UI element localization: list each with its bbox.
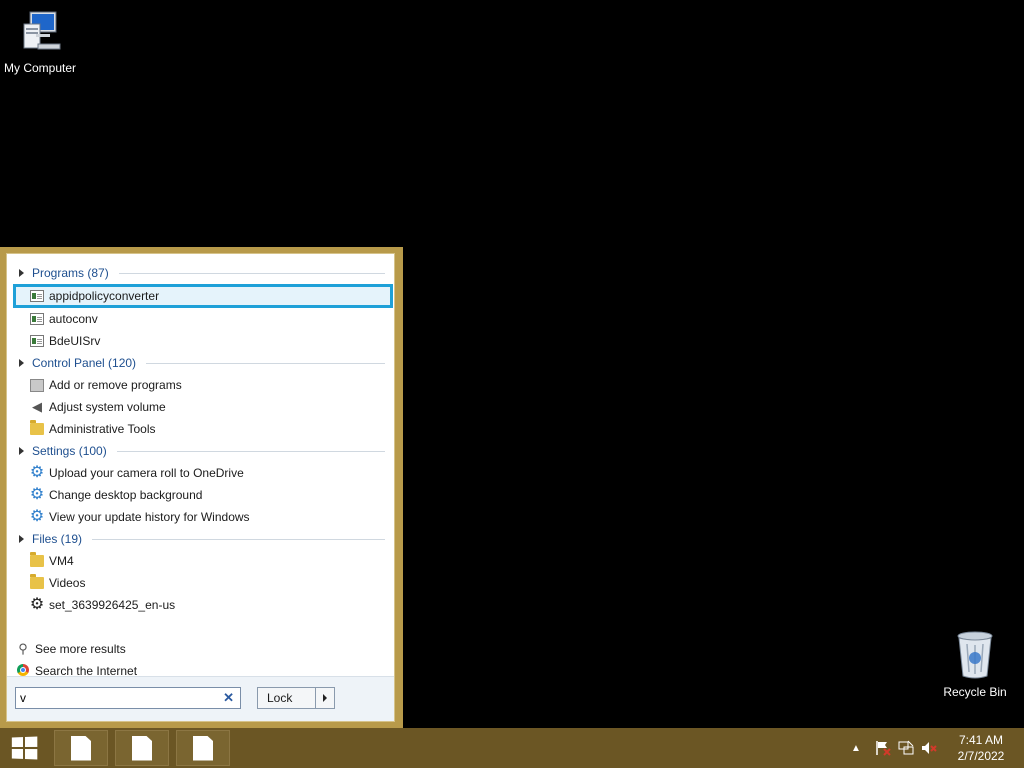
result-item-videos[interactable]: Videos xyxy=(15,572,385,594)
group-title: Settings (100) xyxy=(32,444,107,458)
gear-icon: ⚙ xyxy=(29,596,45,613)
result-item-add-remove-programs[interactable]: Add or remove programs xyxy=(15,374,385,396)
taskbar-document-button-2[interactable] xyxy=(115,730,169,766)
search-results: Programs (87) appidpolicyconverter autoc… xyxy=(13,262,393,616)
gear-icon: ⚙ xyxy=(29,464,45,481)
search-box[interactable]: ✕ xyxy=(15,687,241,709)
chevron-right-icon xyxy=(323,694,327,702)
expand-arrow-icon xyxy=(19,447,24,455)
exe-icon xyxy=(29,333,45,349)
result-label: BdeUISrv xyxy=(49,334,101,348)
group-title: Files (19) xyxy=(32,532,83,546)
result-label: Administrative Tools xyxy=(49,422,156,436)
my-computer-label: My Computer xyxy=(3,61,77,75)
recycle-bin-icon xyxy=(957,631,993,679)
clock-time: 7:41 AM xyxy=(958,733,1004,747)
network-icon[interactable] xyxy=(897,728,915,768)
show-hidden-icons-button[interactable]: ▲ xyxy=(851,728,861,768)
result-item-administrative-tools[interactable]: Administrative Tools xyxy=(15,418,385,440)
result-item-bdeuisrv[interactable]: BdeUISrv xyxy=(15,330,385,352)
group-title: Control Panel (120) xyxy=(32,356,137,370)
folder-icon xyxy=(29,552,45,569)
my-computer-desktop-icon[interactable]: My Computer xyxy=(0,8,80,75)
result-item-appidpolicyconverter[interactable]: appidpolicyconverter xyxy=(13,284,393,308)
expand-arrow-icon xyxy=(19,359,24,367)
divider xyxy=(116,451,385,452)
taskbar-document-button-1[interactable] xyxy=(54,730,108,766)
group-header-control-panel[interactable]: Control Panel (120) xyxy=(15,352,385,374)
see-more-results-link[interactable]: ⚲ See more results xyxy=(15,638,137,660)
clock[interactable]: 7:41 AM 2/7/2022 xyxy=(948,732,1014,764)
result-label: Adjust system volume xyxy=(49,400,166,414)
start-menu-panel: Programs (87) appidpolicyconverter autoc… xyxy=(6,253,395,722)
action-center-flag-icon[interactable] xyxy=(874,728,892,768)
divider xyxy=(92,539,385,540)
result-label: Change desktop background xyxy=(49,488,203,502)
result-label: set_3639926425_en-us xyxy=(49,598,176,612)
result-label: View your update history for Windows xyxy=(49,510,250,524)
result-label: Videos xyxy=(49,576,86,590)
lock-button-group: Lock xyxy=(257,687,335,709)
expand-arrow-icon xyxy=(19,269,24,277)
start-menu-bottom-bar: ✕ Lock xyxy=(7,676,394,721)
document-icon xyxy=(193,735,213,761)
magnifier-icon: ⚲ xyxy=(18,641,28,656)
document-icon xyxy=(71,735,91,761)
result-label: VM4 xyxy=(49,554,74,568)
group-title: Programs (87) xyxy=(32,266,109,280)
clock-date: 2/7/2022 xyxy=(957,749,1005,763)
taskbar-document-button-3[interactable] xyxy=(176,730,230,766)
result-item-vm4[interactable]: VM4 xyxy=(15,550,385,572)
folder-icon xyxy=(29,574,45,591)
recycle-bin-desktop-icon[interactable]: Recycle Bin xyxy=(935,630,1015,699)
expand-arrow-icon xyxy=(19,535,24,543)
result-item-upload-camera-roll[interactable]: ⚙ Upload your camera roll to OneDrive xyxy=(15,462,385,484)
volume-muted-icon[interactable] xyxy=(920,728,938,768)
group-header-settings[interactable]: Settings (100) xyxy=(15,440,385,462)
computer-icon xyxy=(23,11,61,50)
result-item-change-desktop-background[interactable]: ⚙ Change desktop background xyxy=(15,484,385,506)
gear-icon: ⚙ xyxy=(29,508,45,525)
see-more-label: See more results xyxy=(35,642,126,656)
power-options-arrow-button[interactable] xyxy=(315,688,334,708)
clear-search-icon[interactable]: ✕ xyxy=(223,690,234,706)
divider xyxy=(146,363,385,364)
speaker-icon: ◀ xyxy=(32,399,42,414)
result-label: Upload your camera roll to OneDrive xyxy=(49,466,244,480)
result-item-autoconv[interactable]: autoconv xyxy=(15,308,385,330)
lock-button[interactable]: Lock xyxy=(258,688,315,708)
group-header-programs[interactable]: Programs (87) xyxy=(15,262,385,284)
start-button[interactable] xyxy=(0,728,48,768)
programs-icon xyxy=(29,377,45,393)
gear-icon: ⚙ xyxy=(29,486,45,503)
windows-logo-icon xyxy=(11,736,38,760)
result-item-set-file[interactable]: ⚙ set_3639926425_en-us xyxy=(15,594,385,616)
recycle-bin-label: Recycle Bin xyxy=(943,685,1007,699)
folder-icon xyxy=(29,420,45,437)
result-item-update-history[interactable]: ⚙ View your update history for Windows xyxy=(15,506,385,528)
document-icon xyxy=(132,735,152,761)
result-label: Add or remove programs xyxy=(49,378,182,392)
start-menu: Programs (87) appidpolicyconverter autoc… xyxy=(0,247,403,728)
taskbar: ▲ 7:41 AM 2/7/2022 xyxy=(0,728,1024,768)
group-header-files[interactable]: Files (19) xyxy=(15,528,385,550)
exe-icon xyxy=(29,311,45,327)
search-input[interactable] xyxy=(20,689,210,707)
result-label: appidpolicyconverter xyxy=(49,289,160,303)
exe-icon xyxy=(29,288,45,304)
result-label: autoconv xyxy=(49,312,98,326)
result-item-adjust-volume[interactable]: ◀ Adjust system volume xyxy=(15,396,385,418)
divider xyxy=(118,273,385,274)
